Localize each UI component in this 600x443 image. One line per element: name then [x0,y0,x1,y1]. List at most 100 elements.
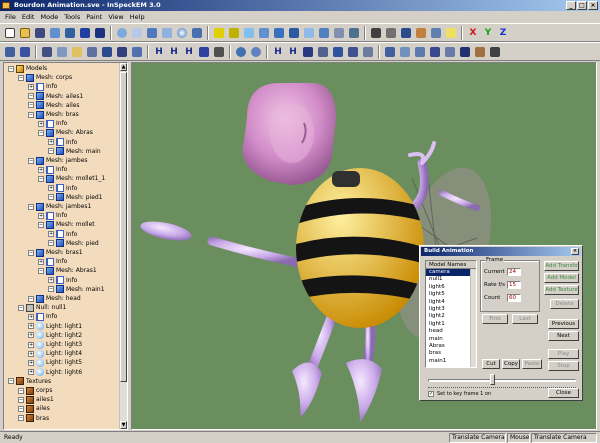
tree-expand-icon[interactable]: − [18,387,24,394]
tree-item[interactable]: − ailes [18,404,50,413]
maximize-button[interactable]: □ [577,1,587,10]
menu-tools[interactable]: Tools [64,11,80,23]
import-icon[interactable] [48,26,62,40]
model-list-item[interactable]: head [426,328,476,335]
model-list-item[interactable]: camera [426,269,476,277]
tree-scroll-thumb[interactable] [120,72,127,382]
frame-slider-thumb[interactable] [489,374,495,385]
tree-expand-icon[interactable]: − [38,129,44,136]
box-icon[interactable] [212,45,226,59]
cut-button[interactable]: Cut [482,359,500,369]
axis-y-button[interactable]: Y [481,26,495,40]
tree-item[interactable]: − Models [8,64,47,73]
measure-icon[interactable] [428,45,442,59]
paint-brush-icon[interactable] [369,26,383,40]
tree-expand-icon[interactable]: − [48,240,54,247]
light-icon[interactable] [444,26,458,40]
tree-item[interactable]: − Mesh: ailes [28,101,80,110]
tree-expand-icon[interactable]: + [38,212,44,219]
model-list-item[interactable]: light1 [426,321,476,328]
tree-item[interactable]: − Mesh: head [28,294,81,303]
tree-expand-icon[interactable]: − [38,267,44,274]
tree-expand-icon[interactable]: − [28,203,34,210]
tree-expand-icon[interactable]: − [48,194,54,201]
cylinder-icon[interactable] [190,26,204,40]
paste-button[interactable]: Paste [522,359,542,369]
select-icon[interactable] [212,26,226,40]
tree-item[interactable]: − Mesh: mollet1_1 [38,174,105,183]
weld-icon[interactable] [331,45,345,59]
paste-icon[interactable] [70,45,84,59]
tree-item[interactable]: − Mesh: Abras [38,128,93,137]
frame-slider-track[interactable] [428,379,576,382]
tree-expand-icon[interactable]: + [28,341,34,348]
current-frame-field[interactable]: 24 [507,268,521,276]
split-icon[interactable] [346,45,360,59]
tree-expand-icon[interactable]: + [28,359,34,366]
delete-icon[interactable] [85,45,99,59]
tree-item[interactable]: − Mesh: corps [18,73,72,82]
texture-view-icon[interactable] [145,26,159,40]
tree-expand-icon[interactable]: − [28,102,34,109]
tree-expand-icon[interactable]: − [18,74,24,81]
fly-icon[interactable] [347,26,361,40]
mesh-icon[interactable] [78,26,92,40]
model-names-list[interactable]: Model Names camera null1 light6 light5 light… [425,260,477,368]
tree-item[interactable]: − ailes1 [18,395,54,404]
tree-item[interactable]: − Mesh: bras [28,110,79,119]
texture-map-icon[interactable] [414,26,428,40]
shaded-view-icon[interactable] [115,26,129,40]
tree-item[interactable]: − Mesh: main1 [48,285,105,294]
mirror-icon[interactable] [316,45,330,59]
model-list-item[interactable]: main1 [426,358,476,365]
tree-item[interactable]: + Light: light6 [28,368,82,377]
tree-expand-icon[interactable]: + [28,313,34,320]
tree-expand-icon[interactable]: + [38,258,44,265]
sphere-icon[interactable] [175,26,189,40]
tree-item[interactable]: − Mesh: main [48,147,101,156]
menu-file[interactable]: File [5,11,16,23]
axis-x-button[interactable]: X [466,26,480,40]
tree-expand-icon[interactable]: − [8,65,14,72]
redo-icon[interactable] [18,45,32,59]
duplicate-icon[interactable] [130,45,144,59]
tree-item[interactable]: + Info [38,211,67,220]
pan-icon[interactable] [287,26,301,40]
material-icon[interactable] [429,26,443,40]
model-list-item[interactable]: main [426,336,476,343]
tree-expand-icon[interactable]: − [18,304,24,311]
tree-expand-icon[interactable]: − [48,286,54,293]
tree-expand-icon[interactable]: + [28,332,34,339]
tree-expand-icon[interactable]: + [38,120,44,127]
tree-item[interactable]: + Info [48,138,77,147]
tree-item[interactable]: + Light: light4 [28,349,82,358]
menu-view[interactable]: View [108,11,123,23]
copy-icon[interactable] [55,45,69,59]
add-texture-button[interactable]: Add Texture [544,285,579,295]
orbit-icon[interactable] [317,26,331,40]
rotate-icon[interactable] [257,26,271,40]
tree-item[interactable]: + Info [38,165,67,174]
tree-item[interactable]: − Mesh: pied [48,239,99,248]
tree-expand-icon[interactable]: − [28,93,34,100]
image-icon[interactable] [473,45,487,59]
picture-icon[interactable] [399,26,413,40]
merge-icon[interactable] [361,45,375,59]
tree-expand-icon[interactable]: + [38,166,44,173]
ungroup-icon[interactable] [115,45,129,59]
tree-item[interactable]: + Light: light3 [28,340,82,349]
tree-item[interactable]: + Info [38,119,67,128]
tree-expand-icon[interactable]: + [48,231,54,238]
tree-item[interactable]: + Info [48,184,77,193]
scene-tree[interactable]: − Models − Mesh: corps + Info − Mesh: ailes1− Me… [3,62,128,430]
dialog-close-button[interactable]: Close [548,388,579,398]
count-field[interactable]: 60 [507,294,521,302]
model-list-item[interactable]: light5 [426,291,476,298]
tree-item[interactable]: − Mesh: bras1 [28,248,83,257]
model-list-item[interactable]: bras [426,350,476,357]
tree-expand-icon[interactable]: + [48,277,54,284]
first-button[interactable]: First [482,314,508,324]
tree-expand-icon[interactable]: + [28,350,34,357]
zoom-icon[interactable] [302,26,316,40]
film-icon[interactable] [488,45,502,59]
